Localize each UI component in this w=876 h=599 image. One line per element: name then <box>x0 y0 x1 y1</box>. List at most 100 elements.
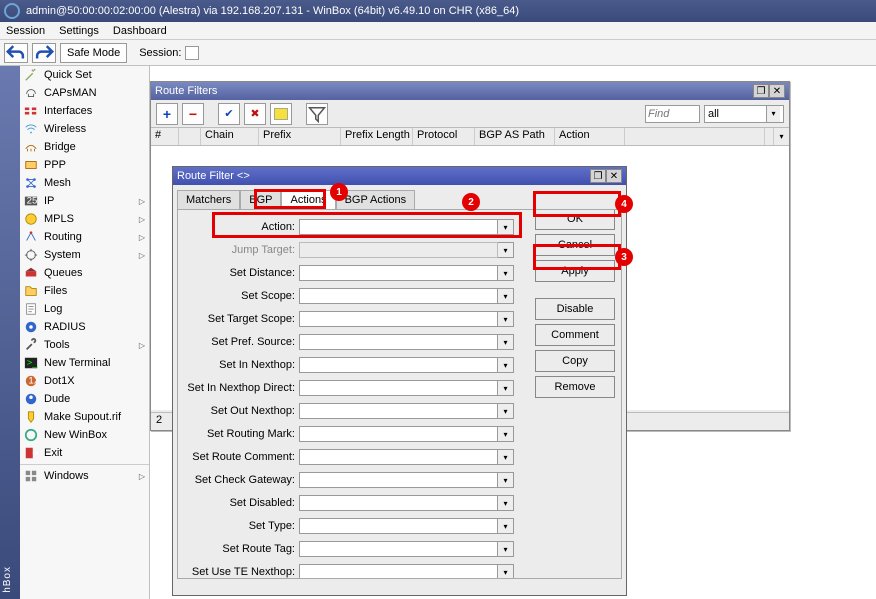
sidebar-item-windows[interactable]: Windows▷ <box>20 467 149 485</box>
undo-button[interactable] <box>4 43 28 63</box>
sidebar-item-ip[interactable]: 255IP▷ <box>20 192 149 210</box>
field-input-set-distance-[interactable] <box>299 265 498 281</box>
col-header-prefix[interactable]: Prefix <box>259 128 341 145</box>
field-input-set-type-[interactable] <box>299 518 498 534</box>
col-header-pad[interactable] <box>179 128 201 145</box>
route-filters-toolbar: + − ✔ ✖ all ▾ <box>151 100 789 128</box>
menu-dashboard[interactable]: Dashboard <box>113 25 167 37</box>
field-expand-button[interactable]: ▾ <box>498 265 514 281</box>
field-input-set-pref--source-[interactable] <box>299 334 498 350</box>
safe-mode-button[interactable]: Safe Mode <box>60 43 127 63</box>
sidebar-item-mesh[interactable]: Mesh <box>20 174 149 192</box>
sidebar-item-ppp[interactable]: PPP <box>20 156 149 174</box>
log-icon <box>24 302 38 316</box>
redo-button[interactable] <box>32 43 56 63</box>
enable-button[interactable]: ✔ <box>218 103 240 125</box>
sidebar-item-make-supout-rif[interactable]: Make Supout.rif <box>20 408 149 426</box>
field-input-set-check-gateway-[interactable] <box>299 472 498 488</box>
copy-button[interactable]: Copy <box>535 350 615 372</box>
field-expand-button[interactable]: ▾ <box>498 311 514 327</box>
route-filters-restore-button[interactable]: ❐ <box>753 84 769 98</box>
field-input-set-disabled-[interactable] <box>299 495 498 511</box>
col-header-protocol[interactable]: Protocol <box>413 128 475 145</box>
field-input-set-target-scope-[interactable] <box>299 311 498 327</box>
sidebar-item-radius[interactable]: RADIUS <box>20 318 149 336</box>
system-icon <box>24 248 38 262</box>
ok-button[interactable]: OK <box>535 209 615 230</box>
sidebar-item-interfaces[interactable]: Interfaces <box>20 102 149 120</box>
disable-dialog-button[interactable]: Disable <box>535 298 615 320</box>
sidebar-item-tools[interactable]: Tools▷ <box>20 336 149 354</box>
menu-session[interactable]: Session <box>6 25 45 37</box>
col-header-idx[interactable]: # <box>151 128 179 145</box>
field-input-set-routing-mark-[interactable] <box>299 426 498 442</box>
field-input-set-in-nexthop-direct-[interactable] <box>299 380 498 396</box>
field-expand-button[interactable]: ▾ <box>498 495 514 511</box>
remove-dialog-button[interactable]: Remove <box>535 376 615 398</box>
col-header-preflen[interactable]: Prefix Length <box>341 128 413 145</box>
field-expand-button[interactable]: ▾ <box>498 449 514 465</box>
field-input-set-route-tag-[interactable] <box>299 541 498 557</box>
field-expand-button: ▾ <box>498 242 514 258</box>
sidebar-item-system[interactable]: System▷ <box>20 246 149 264</box>
field-row-set-type-: Set Type:▾ <box>184 515 514 537</box>
sidebar-item-dude[interactable]: Dude <box>20 390 149 408</box>
comment-dialog-button[interactable]: Comment <box>535 324 615 346</box>
sidebar-item-routing[interactable]: Routing▷ <box>20 228 149 246</box>
field-expand-button[interactable]: ▾ <box>498 564 514 579</box>
sidebar-item-mpls[interactable]: MPLS▷ <box>20 210 149 228</box>
route-filters-close-button[interactable]: ✕ <box>769 84 785 98</box>
route-filter-titlebar[interactable]: Route Filter <> ❐ ✕ <box>173 167 626 185</box>
field-input-set-in-nexthop-[interactable] <box>299 357 498 373</box>
field-label: Set Disabled: <box>184 497 299 509</box>
field-input-set-use-te-nexthop-[interactable] <box>299 564 498 579</box>
sidebar-item-wireless[interactable]: Wireless <box>20 120 149 138</box>
tab-matchers[interactable]: Matchers <box>177 190 240 210</box>
apply-button[interactable]: Apply <box>535 260 615 282</box>
field-expand-button[interactable]: ▾ <box>498 357 514 373</box>
sidebar-item-files[interactable]: Files <box>20 282 149 300</box>
sidebar-item-dot1x[interactable]: 1XDot1X <box>20 372 149 390</box>
route-filter-restore-button[interactable]: ❐ <box>590 169 606 183</box>
col-header-aspath[interactable]: BGP AS Path <box>475 128 555 145</box>
filter-select[interactable]: all ▾ <box>704 105 784 123</box>
route-filters-titlebar[interactable]: Route Filters ❐ ✕ <box>151 82 789 100</box>
col-header-chain[interactable]: Chain <box>201 128 259 145</box>
sidebar-item-new-terminal[interactable]: >_New Terminal <box>20 354 149 372</box>
columns-chevron-icon[interactable]: ▾ <box>773 128 789 145</box>
tab-bgp[interactable]: BGP <box>240 190 281 210</box>
field-expand-button[interactable]: ▾ <box>498 288 514 304</box>
sidebar-item-bridge[interactable]: Bridge <box>20 138 149 156</box>
menu-settings[interactable]: Settings <box>59 25 99 37</box>
field-expand-button[interactable]: ▾ <box>498 518 514 534</box>
sidebar-item-queues[interactable]: Queues <box>20 264 149 282</box>
field-input-set-scope-[interactable] <box>299 288 498 304</box>
sidebar-item-new-winbox[interactable]: New WinBox <box>20 426 149 444</box>
disable-button[interactable]: ✖ <box>244 103 266 125</box>
field-expand-button[interactable]: ▾ <box>498 380 514 396</box>
sidebar-item-capsman[interactable]: CAPsMAN <box>20 84 149 102</box>
tab-bgp-actions[interactable]: BGP Actions <box>336 190 416 210</box>
field-expand-button[interactable]: ▾ <box>498 334 514 350</box>
field-input-set-out-nexthop-[interactable] <box>299 403 498 419</box>
field-input-set-route-comment-[interactable] <box>299 449 498 465</box>
remove-button[interactable]: − <box>182 103 204 125</box>
action-input[interactable]: discard <box>299 219 498 235</box>
add-button[interactable]: + <box>156 103 178 125</box>
filter-button[interactable] <box>306 103 328 125</box>
route-filter-close-button[interactable]: ✕ <box>606 169 622 183</box>
field-expand-button[interactable]: ▾ <box>498 403 514 419</box>
action-dropdown-button[interactable]: ▾ <box>498 219 514 235</box>
sidebar-item-quick-set[interactable]: Quick Set <box>20 66 149 84</box>
col-header-rest[interactable] <box>625 128 765 145</box>
col-header-action[interactable]: Action <box>555 128 625 145</box>
sidebar-item-exit[interactable]: Exit <box>20 444 149 462</box>
field-expand-button[interactable]: ▾ <box>498 541 514 557</box>
comment-button[interactable] <box>270 103 292 125</box>
field-expand-button[interactable]: ▾ <box>498 472 514 488</box>
find-input[interactable] <box>645 105 700 123</box>
tab-actions[interactable]: Actions <box>281 190 335 210</box>
cancel-button[interactable]: Cancel <box>535 234 615 256</box>
sidebar-item-log[interactable]: Log <box>20 300 149 318</box>
field-expand-button[interactable]: ▾ <box>498 426 514 442</box>
